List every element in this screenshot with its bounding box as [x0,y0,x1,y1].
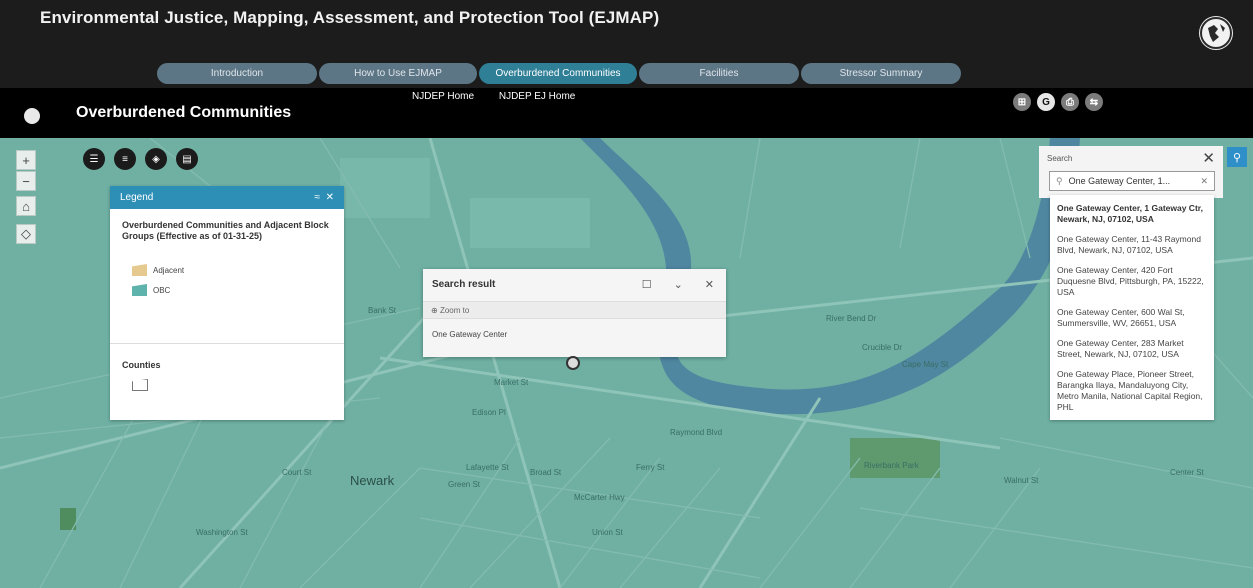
app-title: Environmental Justice, Mapping, Assessme… [40,8,660,27]
popup-content: One Gateway Center [432,330,508,339]
legend-divider [110,343,344,344]
legend-layer-title: Overburdened Communities and Adjacent Bl… [122,220,329,241]
location-pin-icon [566,356,580,370]
street-label: Center St [1170,468,1204,477]
locate-button[interactable]: ◇ [16,224,36,244]
print-icon[interactable]: ⎙ [1061,93,1079,111]
suggestion-item[interactable]: One Gateway Center, 283 Market Street, N… [1050,334,1214,365]
park-label: Riverbank Park [864,461,919,470]
legend-panel-controls: ≈ ✕ [315,192,334,203]
g-icon[interactable]: G [1037,93,1055,111]
close-icon[interactable]: ✕ [705,278,714,291]
layers-list-icon[interactable]: ☰ [83,148,105,170]
chevron-down-icon[interactable]: ⌄ [674,278,683,291]
search-button[interactable]: ⚲ [1227,147,1247,167]
street-label: Washington St [196,528,248,537]
swap-icon[interactable]: ⇆ [1085,93,1103,111]
street-label: Edison Pl [472,408,506,417]
suggestion-item[interactable]: One Gateway Center, 11-43 Raymond Blvd, … [1050,230,1214,261]
zoom-to-label: Zoom to [439,305,470,315]
legend-item-obc: OBC [132,284,170,296]
legend-icon[interactable]: ≡ [114,148,136,170]
tab-introduction[interactable]: Introduction [157,63,317,84]
close-icon[interactable]: ✕ [326,192,334,203]
grid-icon[interactable]: ⊞ [1013,93,1031,111]
zoom-icon: ⊕ [431,305,440,315]
street-label: Market St [494,378,529,387]
njdep-ej-home-link[interactable]: NJDEP EJ Home [499,91,576,102]
tab-how-to-use[interactable]: How to Use EJMAP [319,63,477,84]
street-label: Lafayette St [466,463,509,472]
search-input[interactable]: ⚲ One Gateway Center, 1... ✕ [1049,171,1215,191]
globe-logo-icon [1199,16,1233,50]
street-label: Cape May St [902,360,949,369]
popup-controls: ☐ ⌄ ✕ [620,278,714,291]
clear-icon[interactable]: ✕ [1200,176,1208,187]
street-label: Bank St [368,306,397,315]
legend-header-title: Legend [120,192,154,203]
njdep-home-link[interactable]: NJDEP Home [412,91,474,102]
zoom-out-button[interactable]: − [16,171,36,191]
search-icon: ⚲ [1056,175,1063,186]
street-label: Union St [592,528,623,537]
street-label: McCarter Hwy [574,493,625,502]
city-label: Newark [350,473,395,488]
main-tabs: Introduction How to Use EJMAP Overburden… [157,63,963,84]
header-links: NJDEP Home NJDEP EJ Home [412,91,597,102]
street-label: Green St [448,480,481,489]
page-header: Overburdened Communities NJDEP Home NJDE… [0,88,1253,138]
popup-title: Search result [432,279,496,290]
zoom-in-button[interactable]: + [16,150,36,170]
street-label: River Bend Dr [826,314,877,323]
search-label: Search [1047,154,1073,163]
street-label: Broad St [530,468,562,477]
search-result-popup: Search result ☐ ⌄ ✕ ⊕ Zoom to One Gatewa… [423,269,726,357]
folder-icon[interactable]: ▤ [176,148,198,170]
tab-stressor-summary[interactable]: Stressor Summary [801,63,961,84]
county-swatch [132,379,148,391]
counties-label: Counties [122,360,161,370]
map-view[interactable]: Market St Raymond Blvd Edison Pl Court S… [0,138,1253,588]
header-tools: ⊞ G ⎙ ⇆ [1013,93,1109,111]
street-label: Raymond Blvd [670,428,723,437]
search-suggestions: One Gateway Center, 1 Gateway Ctr, Newar… [1050,195,1214,420]
globe-icon [24,108,40,124]
adjacent-swatch [132,264,147,276]
legend-item-adjacent: Adjacent [132,264,184,276]
zoom-to-button[interactable]: ⊕ Zoom to [423,301,726,319]
obc-swatch [132,284,147,296]
legend-item-label: OBC [153,285,171,295]
street-label: Walnut St [1004,476,1039,485]
legend-panel: Legend ≈ ✕ Overburdened Communities and … [110,186,344,420]
dock-icon[interactable]: ☐ [642,278,652,291]
suggestion-item[interactable]: One Gateway Center, 420 Fort Duquesne Bl… [1050,261,1214,303]
search-input-value: One Gateway Center, 1... [1068,176,1171,186]
street-label: Ferry St [636,463,665,472]
top-header: Environmental Justice, Mapping, Assessme… [0,0,1253,88]
tab-overburdened-communities[interactable]: Overburdened Communities [479,63,637,84]
close-icon[interactable]: ✕ [1202,149,1215,167]
legend-header: Legend ≈ ✕ [110,186,344,209]
search-panel: Search ✕ ⚲ One Gateway Center, 1... ✕ [1039,146,1223,198]
street-label: Court St [282,468,312,477]
collapse-icon[interactable]: ≈ [315,192,321,203]
tab-facilities[interactable]: Facilities [639,63,799,84]
street-label: Crucible Dr [862,343,903,352]
page-title: Overburdened Communities [76,104,292,121]
legend-item-label: Adjacent [153,265,185,275]
suggestion-item[interactable]: One Gateway Place, Pioneer Street, Baran… [1050,365,1214,418]
basemap-icon[interactable]: ◈ [145,148,167,170]
suggestion-item[interactable]: One Gateway Center, 1 Gateway Ctr, Newar… [1050,199,1214,230]
home-button[interactable]: ⌂ [16,196,36,216]
suggestion-item[interactable]: One Gateway Center, 600 Wal St, Summersv… [1050,303,1214,334]
